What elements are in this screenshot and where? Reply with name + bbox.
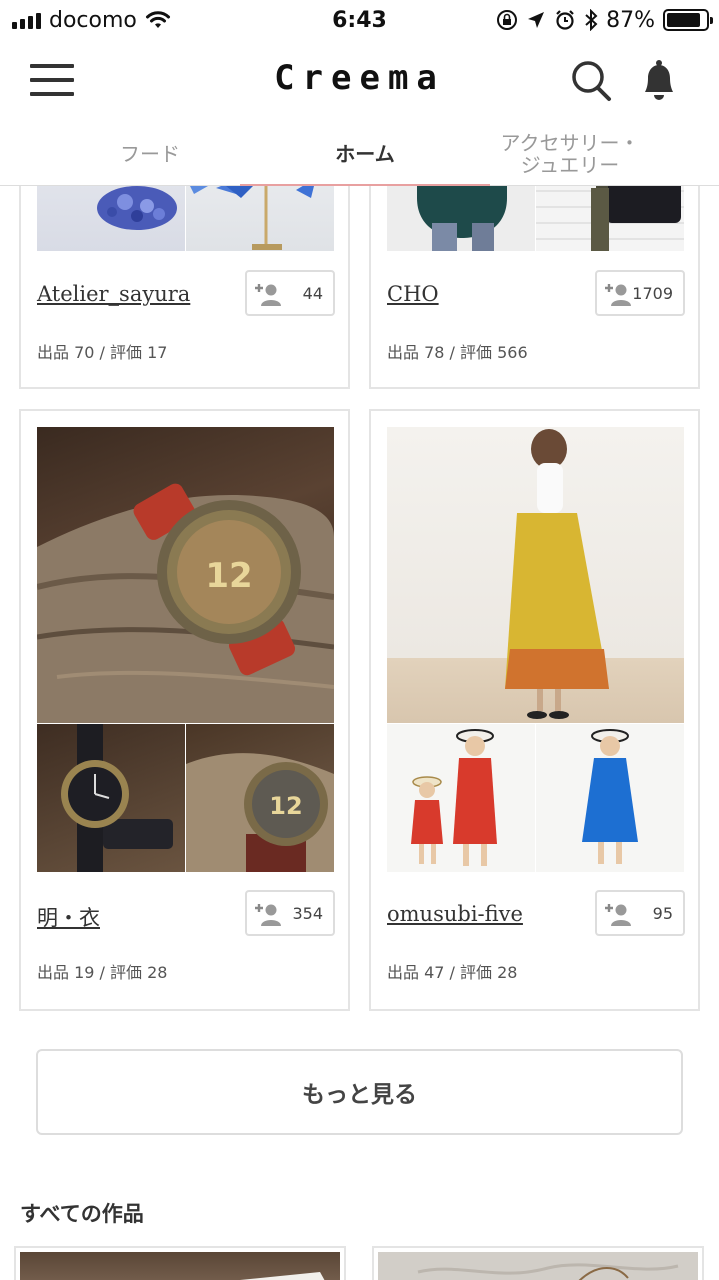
creator-name[interactable]: omusubi-five [387,902,523,926]
battery-fill [667,13,701,27]
location-icon [528,12,545,28]
creator-name[interactable]: 明・衣 [37,902,100,932]
add-follower-icon [605,284,631,306]
section-title: すべての作品 [20,1202,144,1226]
add-follower-icon [255,904,281,926]
creator-stats: 出品 70 / 評価 17 [37,343,168,362]
product-thumbnail[interactable] [536,186,684,251]
creator-stats: 出品 78 / 評価 566 [387,343,528,362]
more-button[interactable]: もっと見る [36,1049,683,1135]
battery-icon [663,9,713,31]
search-icon[interactable] [570,58,612,102]
add-follower-icon [255,284,281,306]
creator-card[interactable]: omusubi-five 95 出品 47 / 評価 28 [369,409,700,1011]
product-thumbnail[interactable] [20,1252,340,1280]
status-left: docomo [12,8,171,33]
rotation-lock-icon [497,10,518,30]
add-follower-icon [605,904,631,926]
product-card[interactable] [14,1246,346,1280]
status-right: 87% [496,7,713,33]
product-thumbnail[interactable] [536,724,684,872]
creator-name[interactable]: CHO [387,282,439,306]
creator-list: Atelier_sayura 44 出品 70 / 評価 17 CHO 1709… [0,186,719,1280]
product-thumbnail[interactable] [37,186,185,251]
product-thumbnail[interactable] [378,1252,698,1280]
svg-text:12: 12 [205,556,252,596]
product-thumbnail[interactable]: 12 [37,427,334,723]
battery-percent: 87% [606,7,655,33]
wifi-icon [145,11,170,28]
product-card[interactable] [372,1246,704,1280]
app-header: Creema [0,40,719,122]
svg-text:12: 12 [269,792,302,820]
follow-button[interactable]: 354 [245,890,335,936]
follow-button[interactable]: 44 [245,270,335,316]
bell-icon[interactable] [640,58,678,102]
creator-stats: 出品 47 / 評価 28 [387,963,518,982]
tab-home[interactable]: ホーム [240,122,490,186]
product-thumbnail[interactable] [186,186,334,251]
creator-card[interactable]: CHO 1709 出品 78 / 評価 566 [369,186,700,389]
follower-count: 95 [652,903,673,923]
carrier-name: docomo [49,7,137,33]
tab-accessory-jewelry[interactable]: アクセサリー・ ジュエリー [495,122,645,186]
signal-icon [12,11,41,29]
product-thumbnail[interactable] [37,724,185,872]
creator-stats: 出品 19 / 評価 28 [37,963,168,982]
category-tabs: フード ホーム アクセサリー・ ジュエリー [0,122,719,186]
follower-count: 354 [292,903,323,923]
status-bar: docomo 6:43 87% [0,0,719,40]
product-thumbnail[interactable] [387,186,535,251]
alarm-icon [556,10,574,30]
tab-food[interactable]: フード [30,122,270,186]
follow-button[interactable]: 95 [595,890,685,936]
product-thumbnail[interactable]: 12 [186,724,334,872]
product-thumbnail[interactable] [387,427,684,723]
follow-button[interactable]: 1709 [595,270,685,316]
follower-count: 44 [302,283,323,303]
follower-count: 1709 [632,283,673,303]
creator-name[interactable]: Atelier_sayura [37,282,190,306]
creator-card[interactable]: Atelier_sayura 44 出品 70 / 評価 17 [19,186,350,389]
bluetooth-icon [585,9,598,31]
creator-card[interactable]: 12 12 明・衣 354 出品 19 / 評価 28 [19,409,350,1011]
product-thumbnail[interactable] [387,724,535,872]
